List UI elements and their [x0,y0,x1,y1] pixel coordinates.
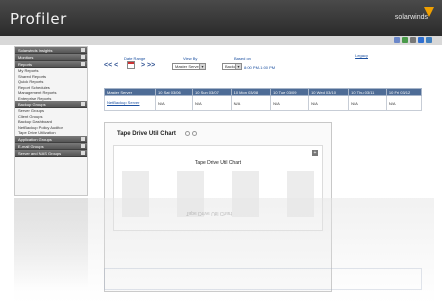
table-row: NetBackup Server N/A N/A N/A N/A N/A N/A N/A [103,95,423,111]
based-on-label: Based on [234,56,251,61]
sidebar-item-label: Quick Reports [18,79,44,84]
sidebar-section-header[interactable]: E-mail Groups [15,142,87,150]
column-header[interactable]: 10 Sun 03/07 [192,88,232,96]
chart-title-reflection: Tape Drive Util Chart [185,210,233,216]
help-icon[interactable] [418,37,424,43]
collapse-icon[interactable] [81,55,85,59]
sidebar-item-label: Management Reports [18,90,57,95]
column-header[interactable]: 10 Fri 03/12 [385,88,423,96]
toolbar [0,36,442,45]
sidebar-item-label: NetBackup Policy Auditor [18,124,63,130]
panel-icons [185,131,197,136]
column-header[interactable]: 10 Wed 03/10 [308,88,350,96]
view-by-select[interactable]: Master Server ▾ [172,63,206,70]
settings-icon[interactable] [192,131,197,136]
based-on-select[interactable]: Backup Window ▾ [222,63,242,70]
print-icon[interactable] [410,37,416,43]
toolbar-icons [394,37,432,43]
collapse-icon[interactable] [81,62,85,66]
view-by-value: Master Server [175,64,201,69]
email-icon[interactable] [394,37,400,43]
collapse-icon[interactable] [81,48,85,52]
backup-table: Master Server 10 Sat 03/06 10 Sun 03/07 10 … [103,88,423,111]
sidebar-item-label: My Reports [18,68,39,73]
time-range-text: 8:00 PM-1:00 PM [244,65,276,70]
sidebar-section-header[interactable]: Server and NAS Groups [15,149,87,157]
nav-forward-button[interactable]: > >> [141,62,155,69]
sidebar-section-header[interactable]: Solarwinds Insights [15,47,87,54]
collapse-icon[interactable] [81,150,85,155]
table-cell: N/A [348,95,387,111]
legacy-link[interactable]: Legacy [355,53,368,58]
app-title: Profiler [10,10,67,28]
expand-button[interactable]: + [312,150,318,156]
refresh-icon[interactable] [185,131,190,136]
table-cell: N/A [385,95,423,111]
sidebar-section-header[interactable]: Monitors [15,54,87,61]
sidebar-item-label: Server Groups [18,108,45,113]
server-link[interactable]: NetBackup Server [103,95,157,111]
table-cell: N/A [308,95,350,111]
view-by-label: View By [183,56,198,61]
sidebar-section-header[interactable]: Reports [15,61,87,68]
sidebar-section-header[interactable]: Application Groups [15,135,87,143]
sidebar-reflection [14,198,88,288]
main-content: Legacy Date Range View By Based on << < … [96,46,426,303]
column-header[interactable]: 10 Mon 03/08 [230,88,272,96]
nav-back-button[interactable]: << < [104,62,118,69]
chevron-down-icon: ▾ [235,64,241,69]
column-header[interactable]: 10 Tue 03/09 [270,88,310,96]
sidebar-section-header[interactable]: Backup Groups [15,101,87,108]
chevron-down-icon: ▾ [199,64,205,69]
column-header[interactable]: 10 Sat 03/06 [155,88,194,96]
panel-title: Tape Drive Util Chart [117,131,176,137]
table-cell: N/A [230,95,272,111]
sidebar-item-label: Shared Reports [18,73,47,79]
sidebar-item-label: Enterprise Reports [18,95,52,101]
sidebar-item-label: Report Schedules [18,84,50,90]
table-cell: N/A [192,95,232,111]
column-header[interactable]: Master Server [103,88,157,96]
column-header[interactable]: 10 Thu 03/11 [348,88,387,96]
sidebar: Solarwinds Insights Monitors Reports My Rep… [14,46,88,196]
app-header: Profiler solarwinds [0,0,442,36]
refresh-icon[interactable] [402,37,408,43]
sidebar-item-label: Tape Drive Utilization [18,130,56,135]
brand-name: solarwinds [394,14,428,21]
table-cell: N/A [270,95,310,111]
collapse-icon[interactable] [81,102,85,106]
collapse-icon[interactable] [81,136,85,141]
chart-title: Tape Drive Util Chart [194,160,242,166]
collapse-icon[interactable] [81,143,85,148]
chart-panel: Tape Drive Util Chart + Tape Drive Util … [104,122,332,292]
table-reflection [104,268,422,290]
sidebar-item-label: Client Groups [18,113,43,119]
globe-icon[interactable] [426,37,432,43]
table-cell: N/A [155,95,194,111]
calendar-icon[interactable] [127,61,135,69]
sidebar-item-label: Backup Dashboard [18,119,53,124]
chart-area: + Tape Drive Util Chart [113,145,323,231]
